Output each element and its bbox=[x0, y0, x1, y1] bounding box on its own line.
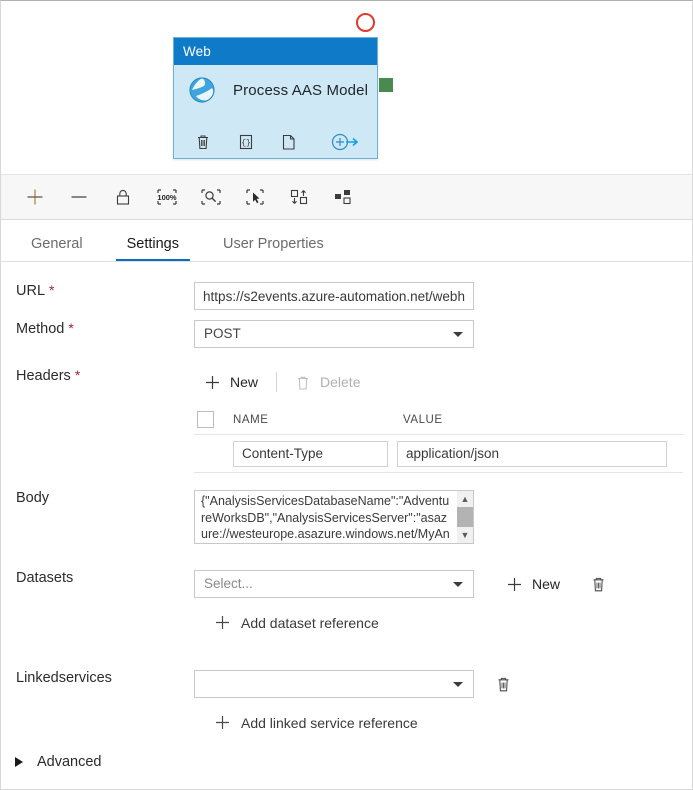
url-label: URL * bbox=[1, 282, 194, 310]
add-linked-service-reference-label: Add linked service reference bbox=[241, 714, 418, 731]
lock-canvas-button[interactable] bbox=[101, 180, 145, 214]
activity-node-type-label: Web bbox=[174, 38, 377, 65]
headers-required-marker: * bbox=[74, 367, 81, 383]
zoom-in-button[interactable] bbox=[13, 180, 57, 214]
field-row-add-linkedservice-ref: Add linked service reference bbox=[1, 714, 692, 731]
field-row-url: URL * bbox=[1, 282, 692, 310]
headers-grid-header-row: NAME VALUE bbox=[194, 405, 683, 435]
field-row-method: Method * POST bbox=[1, 320, 692, 348]
code-activity-icon[interactable]: {} bbox=[235, 131, 257, 153]
advanced-section-toggle[interactable]: Advanced bbox=[1, 754, 102, 770]
activity-node-name: Process AAS Model bbox=[233, 81, 369, 99]
linkedservices-select-value bbox=[194, 670, 474, 698]
headers-label: Headers * bbox=[1, 367, 194, 397]
chevron-down-icon bbox=[453, 682, 463, 687]
datasets-label-text: Datasets bbox=[16, 570, 74, 586]
datasets-delete-button[interactable] bbox=[590, 575, 607, 593]
plus-icon bbox=[214, 714, 231, 731]
select-all-button[interactable] bbox=[233, 180, 277, 214]
plus-icon bbox=[214, 614, 231, 631]
field-row-add-dataset-ref: Add dataset reference bbox=[1, 614, 692, 631]
method-select-value: POST bbox=[194, 320, 474, 348]
url-label-text: URL bbox=[16, 283, 46, 299]
column-header-name: NAME bbox=[233, 413, 269, 426]
command-divider bbox=[276, 372, 278, 392]
header-name-input[interactable] bbox=[233, 440, 388, 467]
linkedservices-select[interactable] bbox=[194, 670, 474, 698]
method-required-marker: * bbox=[68, 320, 74, 336]
body-label-text: Body bbox=[16, 490, 50, 506]
add-output-icon[interactable] bbox=[331, 132, 361, 152]
body-textarea-wrap: ▲ ▼ bbox=[194, 490, 474, 544]
datasets-select[interactable]: Select... bbox=[194, 570, 474, 598]
linkedservices-label: Linkedservices bbox=[1, 670, 194, 698]
datasets-select-value: Select... bbox=[194, 570, 474, 598]
auto-align-button[interactable] bbox=[277, 180, 321, 214]
add-dataset-reference-label: Add dataset reference bbox=[241, 614, 379, 631]
plus-icon bbox=[506, 576, 523, 593]
breakpoint-marker-icon[interactable] bbox=[356, 13, 375, 32]
headers-command-bar: New Delete bbox=[194, 367, 692, 397]
scroll-down-icon[interactable]: ▼ bbox=[457, 527, 473, 543]
svg-text:100%: 100% bbox=[157, 193, 177, 202]
headers-grid: NAME VALUE bbox=[194, 405, 683, 473]
plus-icon bbox=[204, 374, 221, 391]
web-globe-icon bbox=[188, 76, 216, 104]
settings-form: URL* Method* POST Headers* bbox=[0, 262, 693, 790]
column-header-value: VALUE bbox=[403, 413, 443, 426]
add-linked-service-reference-button[interactable]: Add linked service reference bbox=[214, 714, 692, 731]
datasets-label: Datasets bbox=[1, 570, 194, 598]
tab-user-properties[interactable]: User Properties bbox=[201, 236, 346, 262]
body-textarea[interactable] bbox=[194, 490, 474, 544]
method-label-text: Method bbox=[16, 321, 65, 337]
svg-text:{}: {} bbox=[241, 139, 251, 148]
delete-activity-icon[interactable] bbox=[192, 131, 214, 153]
body-label: Body bbox=[1, 490, 194, 544]
url-required-marker: * bbox=[49, 282, 55, 298]
add-dataset-reference-button[interactable]: Add dataset reference bbox=[214, 614, 692, 631]
zoom-to-fit-button[interactable] bbox=[189, 180, 233, 214]
headers-new-label: New bbox=[230, 374, 259, 390]
chevron-right-icon bbox=[15, 757, 23, 767]
zoom-to-100-button[interactable]: 100% bbox=[145, 180, 189, 214]
linkedservices-label-text: Linkedservices bbox=[16, 670, 112, 686]
headers-label-text: Headers bbox=[16, 368, 71, 384]
datasets-new-button[interactable]: New bbox=[506, 576, 560, 593]
field-row-linkedservices: Linkedservices bbox=[1, 670, 692, 698]
add-linkedservice-ref-spacer bbox=[1, 714, 194, 731]
method-select[interactable]: POST bbox=[194, 320, 474, 348]
add-dataset-ref-spacer bbox=[1, 614, 194, 631]
headers-delete-label: Delete bbox=[320, 374, 361, 390]
canvas-toolbar: 100% bbox=[0, 174, 693, 220]
zoom-out-button[interactable] bbox=[57, 180, 101, 214]
activity-node-web[interactable]: Web Process AAS Model {} bbox=[173, 37, 378, 159]
field-row-headers: Headers * New Delete bbox=[1, 367, 692, 397]
tab-general[interactable]: General bbox=[9, 236, 105, 262]
select-all-checkbox[interactable] bbox=[197, 411, 214, 428]
tab-settings[interactable]: Settings bbox=[105, 236, 201, 262]
activity-output-port[interactable] bbox=[379, 78, 393, 92]
advanced-label: Advanced bbox=[37, 754, 102, 770]
table-row bbox=[194, 435, 683, 473]
field-row-advanced: Advanced bbox=[1, 754, 692, 770]
field-row-datasets: Datasets Select... New bbox=[1, 570, 692, 598]
chevron-down-icon bbox=[453, 332, 463, 337]
linkedservices-delete-button[interactable] bbox=[495, 675, 512, 693]
properties-tabstrip: General Settings User Properties bbox=[0, 220, 693, 262]
clone-activity-icon[interactable] bbox=[278, 131, 300, 153]
headers-new-button[interactable]: New bbox=[204, 374, 258, 391]
trash-icon bbox=[295, 374, 311, 391]
scroll-up-icon[interactable]: ▲ bbox=[457, 491, 473, 507]
chevron-down-icon bbox=[453, 582, 463, 587]
datasets-new-label: New bbox=[532, 576, 561, 592]
headers-delete-button[interactable]: Delete bbox=[295, 374, 360, 391]
pipeline-canvas[interactable]: Web Process AAS Model {} bbox=[0, 0, 693, 174]
layout-button[interactable] bbox=[321, 180, 365, 214]
field-row-body: Body ▲ ▼ bbox=[1, 490, 692, 544]
url-input[interactable] bbox=[194, 282, 474, 310]
header-value-input[interactable] bbox=[397, 440, 667, 467]
body-scrollbar[interactable]: ▲ ▼ bbox=[457, 491, 473, 543]
scrollbar-thumb[interactable] bbox=[457, 507, 473, 527]
method-label: Method * bbox=[1, 320, 194, 348]
